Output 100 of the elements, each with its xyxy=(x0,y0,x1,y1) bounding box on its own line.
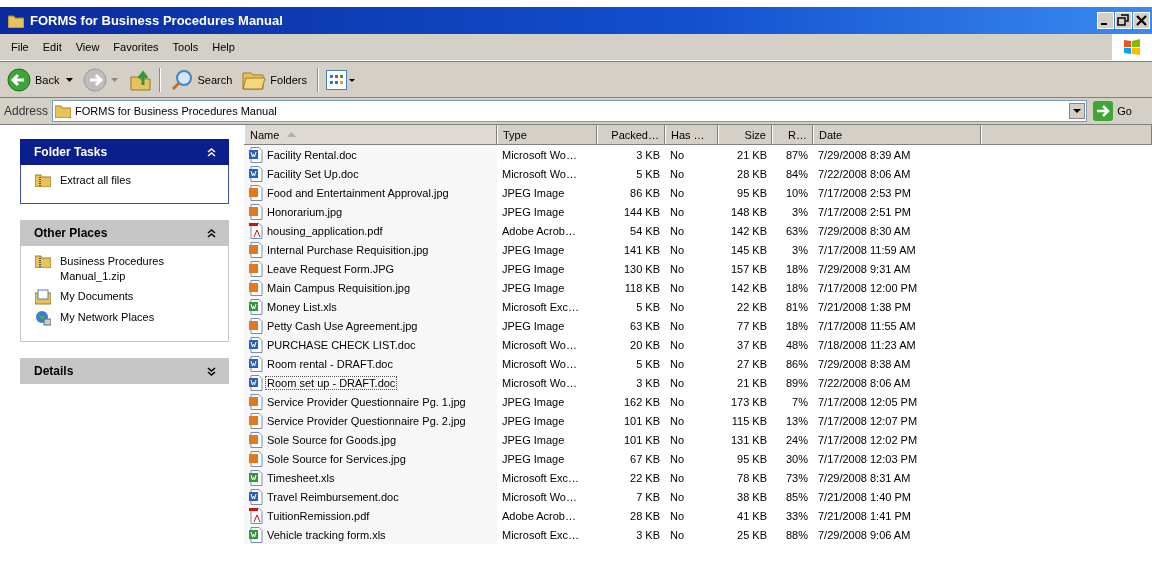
restore-icon[interactable] xyxy=(1115,12,1132,29)
table-cell-text: 86% xyxy=(784,356,809,372)
table-cell-text: 118 KB xyxy=(623,280,661,296)
table-cell-text: No xyxy=(669,280,686,296)
chevron-icon[interactable] xyxy=(207,366,216,376)
table-cell-text: Microsoft Wo… xyxy=(501,356,578,372)
table-cell-text: 115 KB xyxy=(730,413,768,429)
column-header[interactable]: R… xyxy=(772,125,813,144)
table-cell-text: No xyxy=(669,508,686,524)
table-cell-text: 78 KB xyxy=(736,470,768,486)
table-cell-text: 28 KB xyxy=(629,508,661,524)
menu-item[interactable]: Favorites xyxy=(106,41,166,53)
go-button[interactable]: Go xyxy=(1091,101,1148,121)
panel-header[interactable]: Folder Tasks xyxy=(20,139,229,165)
sidebar-link[interactable]: My Documents xyxy=(60,289,210,304)
table-cell-text: 142 KB xyxy=(729,223,768,239)
table-cell-text: Microsoft Wo… xyxy=(501,337,578,353)
address-label: Address xyxy=(4,104,49,118)
folder-icon xyxy=(55,104,72,118)
table-cell-text: 173 KB xyxy=(729,394,768,410)
table-cell-text: 131 KB xyxy=(729,432,768,448)
panel-header[interactable]: Details xyxy=(20,358,229,384)
table-cell-text: No xyxy=(669,451,686,467)
table-cell-text: 142 KB xyxy=(729,280,768,296)
table-cell-text: JPEG Image xyxy=(501,204,566,220)
close-icon[interactable] xyxy=(1133,12,1150,29)
table-cell-text: 162 KB xyxy=(622,394,661,410)
search-button[interactable]: Search xyxy=(168,68,236,91)
table-cell-text: Microsoft Exc… xyxy=(501,299,580,315)
table-cell-text: 41 KB xyxy=(736,508,768,524)
table-cell-text: 18% xyxy=(784,261,809,277)
menu-item[interactable]: View xyxy=(68,41,107,53)
table-cell-text: Microsoft Wo… xyxy=(501,166,578,182)
table-cell-text: 21 KB xyxy=(736,375,768,391)
table-cell-text: 48% xyxy=(784,337,809,353)
menu-item[interactable]: File xyxy=(4,41,36,53)
minimize-icon[interactable] xyxy=(1097,12,1114,29)
folder-icon xyxy=(8,13,24,28)
table-cell-text: 7/17/2008 12:05 PM xyxy=(817,394,919,410)
table-cell-text: 13% xyxy=(784,413,809,429)
table-cell-text: No xyxy=(669,375,686,391)
address-field[interactable]: FORMS for Business Procedures Manual xyxy=(52,100,1088,122)
table-cell-text: No xyxy=(669,337,686,353)
table-cell-text: 27 KB xyxy=(736,356,768,372)
table-cell-text: 87% xyxy=(784,147,809,163)
table-cell-text: 88% xyxy=(784,527,809,543)
table-cell-text: 21 KB xyxy=(736,147,768,163)
menu-item[interactable]: Tools xyxy=(165,41,206,53)
table-cell-text: 7/17/2008 12:02 PM xyxy=(817,432,919,448)
column-header[interactable]: Date xyxy=(813,125,981,144)
table-cell-text: 157 KB xyxy=(729,261,768,277)
go-arrow-icon xyxy=(1093,101,1114,121)
table-cell-text: 5 KB xyxy=(635,299,661,315)
back-button[interactable]: Back xyxy=(4,67,63,92)
folders-button[interactable]: Folders xyxy=(239,69,310,90)
table-cell-text: 7/21/2008 1:40 PM xyxy=(817,489,912,505)
table-cell-text: 30% xyxy=(784,451,809,467)
table-cell-text: 7/22/2008 8:06 AM xyxy=(817,375,912,391)
table-cell-text: No xyxy=(669,242,686,258)
menu-item[interactable]: Edit xyxy=(35,41,69,53)
dropdown-icon[interactable] xyxy=(1069,103,1086,119)
column-header[interactable]: Has … xyxy=(665,125,718,144)
menu-item[interactable]: Help xyxy=(205,41,242,53)
panel-header[interactable]: Other Places xyxy=(20,220,229,246)
table-cell-text: 7/29/2008 8:38 AM xyxy=(817,356,912,372)
sidebar-link[interactable]: My Network Places xyxy=(60,310,210,325)
file-name[interactable]: Room set up - DRAFT.doc xyxy=(265,375,398,390)
chevron-icon[interactable] xyxy=(207,228,216,238)
column-header[interactable]: Type xyxy=(497,125,597,144)
table-cell-text: Microsoft Wo… xyxy=(501,147,578,163)
table-cell-text: 130 KB xyxy=(622,261,661,277)
table-cell-text: 7/29/2008 8:39 AM xyxy=(817,147,912,163)
zip-folder-icon xyxy=(35,173,51,187)
table-cell-text: 37 KB xyxy=(736,337,768,353)
views-icon[interactable] xyxy=(326,69,356,90)
table-cell-text: 67 KB xyxy=(629,451,661,467)
table-cell-text: 3% xyxy=(791,242,809,258)
table-cell-text: No xyxy=(669,204,686,220)
table-cell-text: JPEG Image xyxy=(501,318,566,334)
caret-icon[interactable] xyxy=(66,77,74,82)
table-cell-text: No xyxy=(669,413,686,429)
table-cell-text: JPEG Image xyxy=(501,261,566,277)
table-cell-text: 7/17/2008 2:51 PM xyxy=(817,204,912,220)
table-cell-text: Microsoft Exc… xyxy=(501,470,580,486)
table-cell-text: 7/21/2008 1:38 PM xyxy=(817,299,912,315)
column-header[interactable]: Packed… xyxy=(597,125,665,144)
table-cell-text: 18% xyxy=(784,280,809,296)
column-header[interactable]: Name xyxy=(244,125,497,144)
table-cell-text: JPEG Image xyxy=(501,451,566,467)
table-cell-text: 7/18/2008 11:23 AM xyxy=(817,337,917,353)
table-cell-text: No xyxy=(669,356,686,372)
table-cell-text: 7/17/2008 12:00 PM xyxy=(817,280,919,296)
zip-folder-icon xyxy=(35,254,51,268)
forward-icon[interactable] xyxy=(83,67,108,92)
table-cell-text: 7/22/2008 8:06 AM xyxy=(817,166,912,182)
table-cell-text: Adobe Acrob… xyxy=(501,223,577,239)
table-cell-text: 25 KB xyxy=(736,527,768,543)
column-header[interactable]: Size xyxy=(718,125,772,144)
table-cell-text: No xyxy=(669,432,686,448)
sidebar-link[interactable]: Business Procedures Manual_1.zip xyxy=(60,254,210,284)
